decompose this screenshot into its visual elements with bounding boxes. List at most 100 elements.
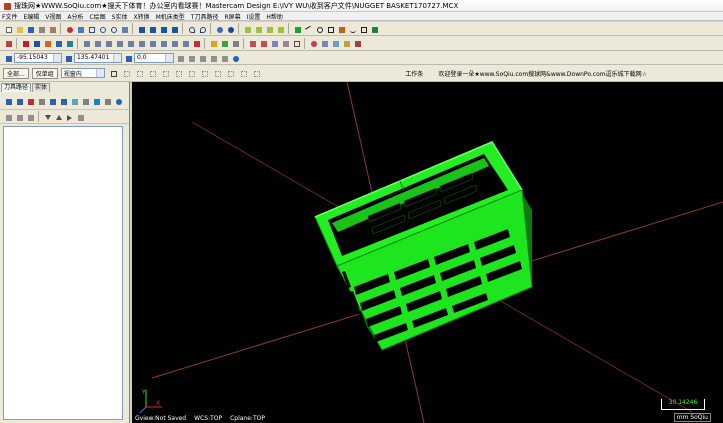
menu-item-8[interactable]: T刀具路径 (191, 12, 219, 21)
chamfer-icon[interactable] (336, 24, 346, 34)
open-file-icon[interactable] (14, 24, 24, 34)
zip-icon[interactable] (47, 24, 57, 34)
attributes-icon[interactable] (64, 38, 74, 48)
regenerate-icon[interactable] (25, 96, 35, 106)
globe-icon[interactable] (214, 24, 224, 34)
menu-item-5[interactable]: S实体 (112, 12, 128, 21)
single-group-button[interactable]: 仅单组 (31, 67, 58, 79)
analyze-icon[interactable] (31, 38, 41, 48)
chevron-down-icon[interactable] (95, 69, 104, 77)
line-icon[interactable] (303, 24, 314, 34)
model-canvas[interactable]: Y X (132, 82, 723, 423)
polygon-select-icon[interactable] (121, 68, 131, 78)
delete-ops-icon[interactable] (102, 96, 112, 106)
z-coordinate-field[interactable]: 0.0 (134, 52, 174, 63)
solid-cylinder-icon[interactable] (253, 24, 263, 34)
move-up-icon[interactable] (53, 112, 63, 122)
hide-icon[interactable] (280, 38, 290, 48)
solid-extrude-icon[interactable] (275, 24, 285, 34)
chevron-down-icon[interactable] (165, 53, 173, 62)
print-icon[interactable] (36, 24, 46, 34)
snap-center-icon[interactable] (219, 53, 229, 63)
snap-mid-icon[interactable] (208, 53, 218, 63)
move-down-icon[interactable] (42, 112, 52, 122)
backplot-icon[interactable] (47, 96, 57, 106)
y-coordinate-field[interactable]: 135.47401 (74, 52, 122, 63)
shade-icon[interactable] (308, 38, 318, 48)
tab-toolpaths[interactable]: 刀具路径 (1, 83, 32, 92)
result-select-icon[interactable] (225, 68, 235, 78)
solid-cone-icon[interactable] (264, 24, 274, 34)
area-select-icon[interactable] (160, 68, 170, 78)
view-top-icon[interactable] (136, 24, 146, 34)
lock-icon[interactable] (3, 112, 13, 122)
rotate-icon[interactable] (103, 38, 113, 48)
menu-item-10[interactable]: I设置 (247, 12, 261, 21)
snap-end-icon[interactable] (197, 53, 207, 63)
chain-select-icon[interactable] (134, 68, 144, 78)
snap-point-icon[interactable] (186, 53, 196, 63)
array-icon[interactable] (136, 38, 146, 48)
extend-icon[interactable] (180, 38, 190, 48)
filter-select-icon[interactable] (238, 68, 248, 78)
simulate-icon[interactable] (69, 96, 79, 106)
move-icon[interactable] (64, 24, 74, 34)
menu-item-0[interactable]: F文件 (2, 12, 17, 21)
undo-icon[interactable] (186, 24, 196, 34)
render-icon[interactable] (319, 38, 329, 48)
zoom-window-icon[interactable] (86, 24, 96, 34)
menu-item-7[interactable]: M机床类型 (156, 12, 185, 21)
solid-box-icon[interactable] (242, 24, 252, 34)
grid-icon[interactable] (247, 38, 257, 48)
view-front-icon[interactable] (147, 24, 157, 34)
select-all-ops-icon[interactable] (3, 96, 13, 106)
pencil-icon[interactable] (208, 38, 218, 48)
color-icon[interactable] (42, 38, 52, 48)
delete-icon[interactable] (191, 38, 201, 48)
menu-item-11[interactable]: H帮助 (266, 12, 283, 21)
mirror-icon[interactable] (92, 38, 102, 48)
light-icon[interactable] (341, 38, 351, 48)
regenerate-dirty-icon[interactable] (36, 96, 46, 106)
redo-icon[interactable] (197, 24, 207, 34)
check-icon[interactable] (20, 38, 30, 48)
rectangle-icon[interactable] (358, 24, 368, 34)
post-icon[interactable] (80, 96, 90, 106)
tab-solids[interactable]: 实体 (32, 83, 51, 92)
help-ops-icon[interactable] (113, 96, 123, 106)
break-icon[interactable] (158, 38, 168, 48)
scroll-icon[interactable] (75, 112, 85, 122)
circle-icon[interactable] (314, 24, 324, 34)
material-icon[interactable] (330, 38, 340, 48)
verify-ops-icon[interactable] (58, 96, 68, 106)
vector-select-icon[interactable] (173, 68, 183, 78)
chevron-down-icon[interactable] (53, 53, 61, 62)
measure-icon[interactable] (230, 38, 240, 48)
group-select-icon[interactable] (212, 68, 222, 78)
zoom-select-icon[interactable] (119, 24, 129, 34)
xform-icon[interactable] (81, 38, 91, 48)
help-icon[interactable] (230, 53, 240, 63)
menu-item-2[interactable]: V视图 (45, 12, 61, 21)
sphere-icon[interactable] (225, 24, 235, 34)
units-indicator[interactable]: mm SoQiu (673, 413, 711, 422)
save-icon[interactable] (25, 24, 35, 34)
snap-icon[interactable] (175, 53, 185, 63)
pointer-icon[interactable] (199, 68, 209, 78)
trim-icon[interactable] (147, 38, 157, 48)
mask-select-icon[interactable] (186, 68, 196, 78)
graphics-viewport[interactable]: Y X Gview:Not Saved WCS:TOP Cplane:TOP 3… (132, 82, 723, 423)
table-icon[interactable] (258, 38, 268, 48)
view-iso-icon[interactable] (169, 24, 179, 34)
wireframe-icon[interactable] (291, 38, 301, 48)
menu-item-3[interactable]: A分析 (67, 12, 83, 21)
new-file-icon[interactable] (3, 24, 13, 34)
toolpath-icon[interactable] (352, 38, 362, 48)
view-side-icon[interactable] (158, 24, 168, 34)
chevron-down-icon[interactable] (113, 53, 121, 62)
select-failed-icon[interactable] (14, 96, 24, 106)
brush-icon[interactable] (219, 38, 229, 48)
box-select-icon[interactable] (108, 68, 118, 78)
menu-item-9[interactable]: R屏幕 (224, 12, 240, 21)
operations-list[interactable] (3, 126, 123, 420)
